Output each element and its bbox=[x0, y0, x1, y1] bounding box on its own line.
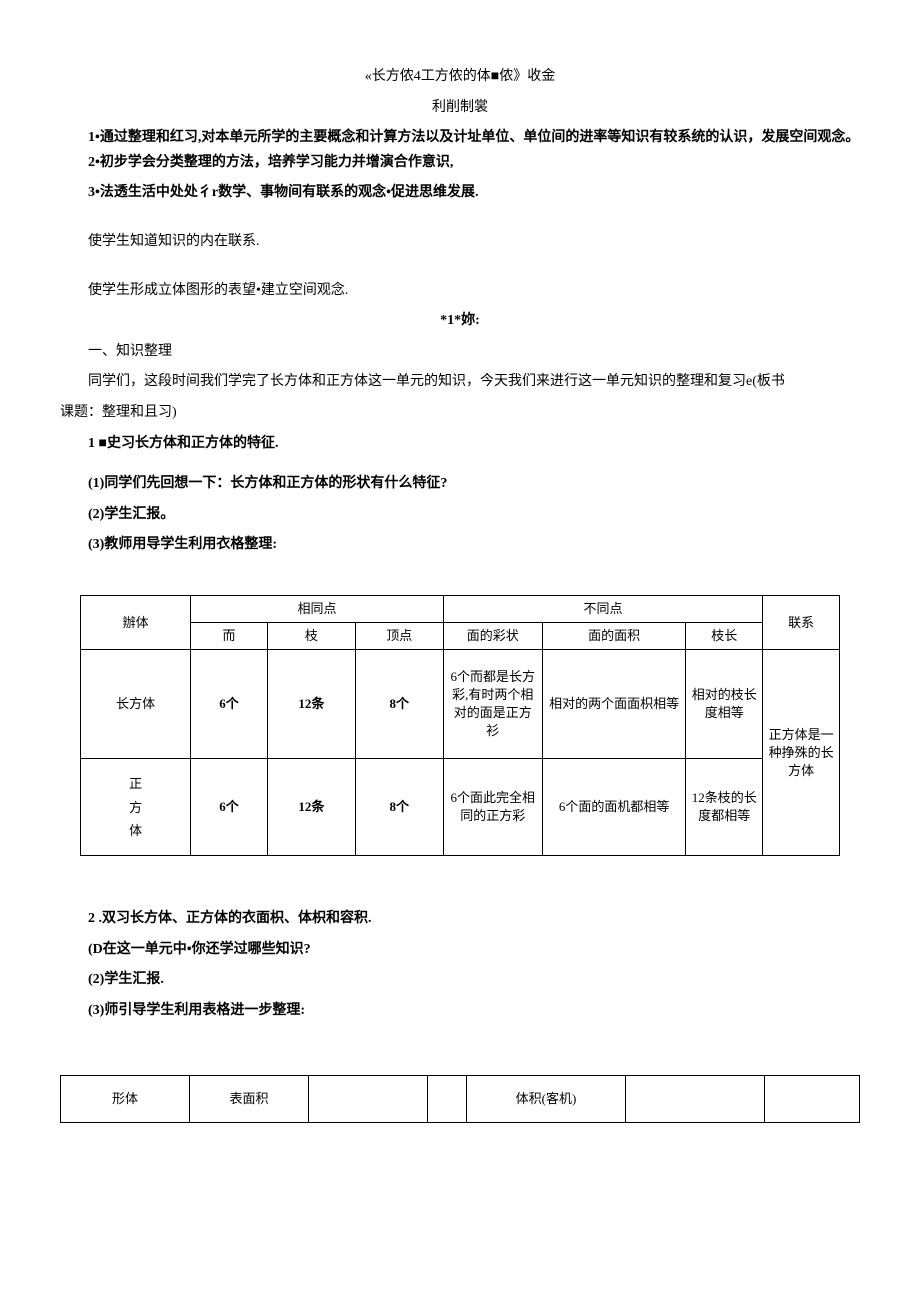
th2-surface: 表面积 bbox=[190, 1075, 309, 1122]
para-10: (3)教师用导学生利用衣格整理: bbox=[60, 532, 860, 559]
cell-cuboid-name: 长方体 bbox=[81, 650, 191, 759]
cell-cube-name-a: 正 bbox=[129, 776, 142, 791]
para-9-span: (2)学生汇报。 bbox=[88, 507, 174, 522]
para-14: (3)师引导学生利用表格进一步整理: bbox=[60, 998, 860, 1025]
para-11-span: 2 .双习长方体、正方体的衣面枳、体枳和容积. bbox=[88, 911, 372, 926]
cell-cube-face: 6个 bbox=[191, 759, 268, 856]
cell-cube-name-b: 方 bbox=[129, 800, 142, 815]
cell-cuboid-face: 6个 bbox=[191, 650, 268, 759]
para-1-text: 1•通过整理和红习,对本单元所学的主要概念和计算方法以及计址单位、单位间的进率等… bbox=[88, 130, 859, 145]
star-line: *1*妳: bbox=[60, 308, 860, 335]
para-12-span: (D在这一单元中•你还学过哪些知识? bbox=[88, 942, 311, 957]
para-12: (D在这一单元中•你还学过哪些知识? bbox=[60, 937, 860, 964]
th-same: 相同点 bbox=[191, 595, 444, 622]
cell-cuboid-len: 相对的枝长度相等 bbox=[686, 650, 763, 759]
cell-cube-len: 12条枝的长度都相等 bbox=[686, 759, 763, 856]
para-5: 使学生形成立体图形的表望•建立空间观念. bbox=[60, 278, 860, 305]
para-2-span: 2•初步学会分类整理的方法，培养学习能力并增演合作意识, bbox=[88, 155, 453, 170]
th-diff: 不同点 bbox=[443, 595, 762, 622]
para-2: 2•初步学会分类整理的方法，培养学习能力并增演合作意识, bbox=[60, 150, 860, 177]
section-1-heading: 一、知识整理 bbox=[60, 339, 860, 366]
cell-relation: 正方体是一种挣殊的长方体 bbox=[763, 650, 840, 856]
table-row: 而 枝 顶点 面的彩状 面的面积 枝长 bbox=[81, 623, 840, 650]
table-features: 辦体 相同点 不同点 联系 而 枝 顶点 面的彩状 面的面积 枝长 长方体 6个… bbox=[80, 595, 840, 856]
th2-blank4 bbox=[765, 1075, 860, 1122]
th2-blank2 bbox=[428, 1075, 467, 1122]
th2-volume: 体积(客机) bbox=[467, 1075, 626, 1122]
para-8-span: (1)同学们先回想一下：长方体和正方体的形状有什么特征? bbox=[88, 476, 447, 491]
th-body: 辦体 bbox=[81, 595, 191, 649]
table-formulas: 形体 表面积 体积(客机) bbox=[60, 1075, 860, 1123]
th-len: 枝长 bbox=[686, 623, 763, 650]
cell-cuboid-vertex: 8个 bbox=[355, 650, 443, 759]
para-6b: 课题：整理和且习) bbox=[60, 400, 860, 427]
para-6a: 同学们，这段时间我们学完了长方体和正方体这一单元的知识，今天我们来进行这一单元知… bbox=[60, 369, 860, 396]
para-13-span: (2)学生汇报. bbox=[88, 972, 164, 987]
para-11: 2 .双习长方体、正方体的衣面枳、体枳和容积. bbox=[60, 906, 860, 933]
para-3: 3•法透生活中处处彳r数学、事物间有联系的观念•促进思维发展. bbox=[60, 180, 860, 207]
th2-body: 形体 bbox=[61, 1075, 190, 1122]
th-face: 而 bbox=[191, 623, 268, 650]
para-3-span: 3•法透生活中处处彳r数学、事物间有联系的观念•促进思维发展. bbox=[88, 185, 479, 200]
cell-cube-name-c: 体 bbox=[129, 823, 142, 838]
table-row: 长方体 6个 12条 8个 6个而都是长方彩,有时两个相对的面是正方衫 相对的两… bbox=[81, 650, 840, 759]
cell-cube-shape: 6个面此完全相同的正方彩 bbox=[443, 759, 542, 856]
cell-cuboid-edge: 12条 bbox=[267, 650, 355, 759]
th2-blank3 bbox=[626, 1075, 765, 1122]
th-vertex: 顶点 bbox=[355, 623, 443, 650]
th-rel: 联系 bbox=[763, 595, 840, 649]
cell-cube-edge: 12条 bbox=[267, 759, 355, 856]
para-1: 1•通过整理和红习,对本单元所学的主要概念和计算方法以及计址单位、单位间的进率等… bbox=[60, 125, 860, 152]
cell-cube-name: 正 方 体 bbox=[81, 759, 191, 856]
cell-cuboid-shape: 6个而都是长方彩,有时两个相对的面是正方衫 bbox=[443, 650, 542, 759]
cell-cube-area: 6个面的面机都相等 bbox=[542, 759, 686, 856]
para-13: (2)学生汇报. bbox=[60, 967, 860, 994]
para-7-span: 1 ■史习长方体和正方体的特征. bbox=[88, 436, 278, 451]
para-7: 1 ■史习长方体和正方体的特征. bbox=[60, 431, 860, 458]
th-area: 面的面积 bbox=[542, 623, 686, 650]
para-6a-text: 同学们，这段时间我们学完了长方体和正方体这一单元的知识，今天我们来进行这一单元知… bbox=[88, 374, 785, 389]
table-row: 辦体 相同点 不同点 联系 bbox=[81, 595, 840, 622]
table-row: 形体 表面积 体积(客机) bbox=[61, 1075, 860, 1122]
th-edge: 枝 bbox=[267, 623, 355, 650]
doc-title: «长方侬4工方侬的体■侬》收金 bbox=[60, 64, 860, 91]
para-14-span: (3)师引导学生利用表格进一步整理: bbox=[88, 1003, 305, 1018]
table-row: 正 方 体 6个 12条 8个 6个面此完全相同的正方彩 6个面的面机都相等 1… bbox=[81, 759, 840, 856]
cell-cuboid-area: 相对的两个面面枳相等 bbox=[542, 650, 686, 759]
para-4: 使学生知道知识的内在联系. bbox=[60, 229, 860, 256]
th2-blank1 bbox=[309, 1075, 428, 1122]
cell-cube-vertex: 8个 bbox=[355, 759, 443, 856]
para-8: (1)同学们先回想一下：长方体和正方体的形状有什么特征? bbox=[60, 471, 860, 498]
doc-subtitle: 利削制裳 bbox=[60, 95, 860, 122]
th-shape: 面的彩状 bbox=[443, 623, 542, 650]
para-10-span: (3)教师用导学生利用衣格整理: bbox=[88, 537, 277, 552]
para-9: (2)学生汇报。 bbox=[60, 502, 860, 529]
